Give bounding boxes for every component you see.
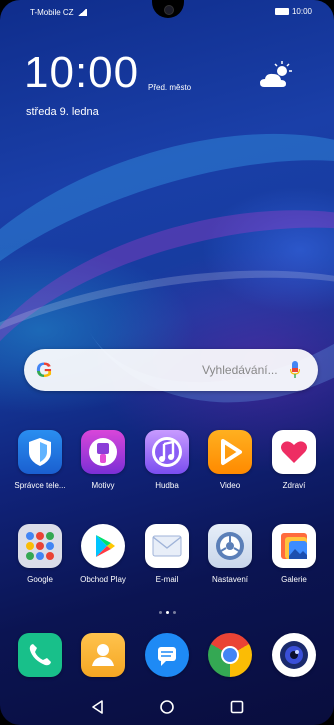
app-email[interactable]: E-mail (135, 524, 199, 584)
front-camera-icon (164, 5, 174, 15)
status-time: 10:00 (291, 7, 312, 16)
home-screen: T-Mobile CZ 10:00 10:00 Před. město stře… (0, 0, 334, 725)
app-phone-manager[interactable]: Správce tele... (8, 430, 72, 490)
contacts-icon (81, 633, 125, 677)
app-health[interactable]: Zdraví (262, 430, 326, 490)
google-logo-icon: G (36, 359, 53, 382)
app-gallery[interactable]: Galerie (262, 524, 326, 584)
home-button-icon[interactable] (159, 699, 175, 715)
carrier-name: T-Mobile CZ (30, 8, 74, 17)
dock-camera[interactable] (262, 633, 326, 677)
messages-icon (145, 633, 189, 677)
play-store-icon (81, 524, 125, 568)
gallery-icon (272, 524, 316, 568)
chrome-icon (208, 633, 252, 677)
microphone-icon[interactable] (290, 361, 300, 379)
google-search-bar[interactable]: G Vyhledávání... (24, 349, 318, 391)
shield-icon (18, 430, 62, 474)
folder-icon (18, 524, 62, 568)
signal-icon (76, 9, 87, 16)
navigation-bar (0, 690, 334, 725)
battery-icon (274, 8, 289, 15)
recent-apps-button-icon[interactable] (229, 699, 245, 715)
page-dot-active (166, 611, 169, 614)
app-play-store[interactable]: Obchod Play (71, 524, 135, 584)
page-dot (173, 611, 176, 614)
dock-chrome[interactable] (198, 633, 262, 677)
music-note-icon (145, 430, 189, 474)
weather-cloud-sun-icon[interactable] (258, 60, 294, 92)
brush-icon (81, 430, 125, 474)
app-themes[interactable]: Motivy (71, 430, 135, 490)
app-video[interactable]: Video (198, 430, 262, 490)
camera-icon (272, 633, 316, 677)
heart-icon (272, 430, 316, 474)
app-music[interactable]: Hudba (135, 430, 199, 490)
app-folder-google[interactable]: Google (8, 524, 72, 584)
dock-messages[interactable] (135, 633, 199, 677)
dock-phone[interactable] (8, 633, 72, 677)
gear-icon (208, 524, 252, 568)
dock-contacts[interactable] (71, 633, 135, 677)
back-button-icon[interactable] (90, 699, 106, 715)
play-icon (208, 430, 252, 474)
status-bar: T-Mobile CZ 10:00 (0, 0, 334, 24)
page-dot (159, 611, 162, 614)
clock-widget-time[interactable]: 10:00 (24, 48, 139, 98)
clock-location: Před. město (148, 83, 192, 92)
envelope-icon (145, 524, 189, 568)
phone-icon (18, 633, 62, 677)
app-settings[interactable]: Nastavení (198, 524, 262, 584)
search-placeholder: Vyhledávání... (202, 363, 278, 377)
page-indicator[interactable] (159, 611, 176, 614)
clock-date: středa 9. ledna (26, 106, 99, 118)
